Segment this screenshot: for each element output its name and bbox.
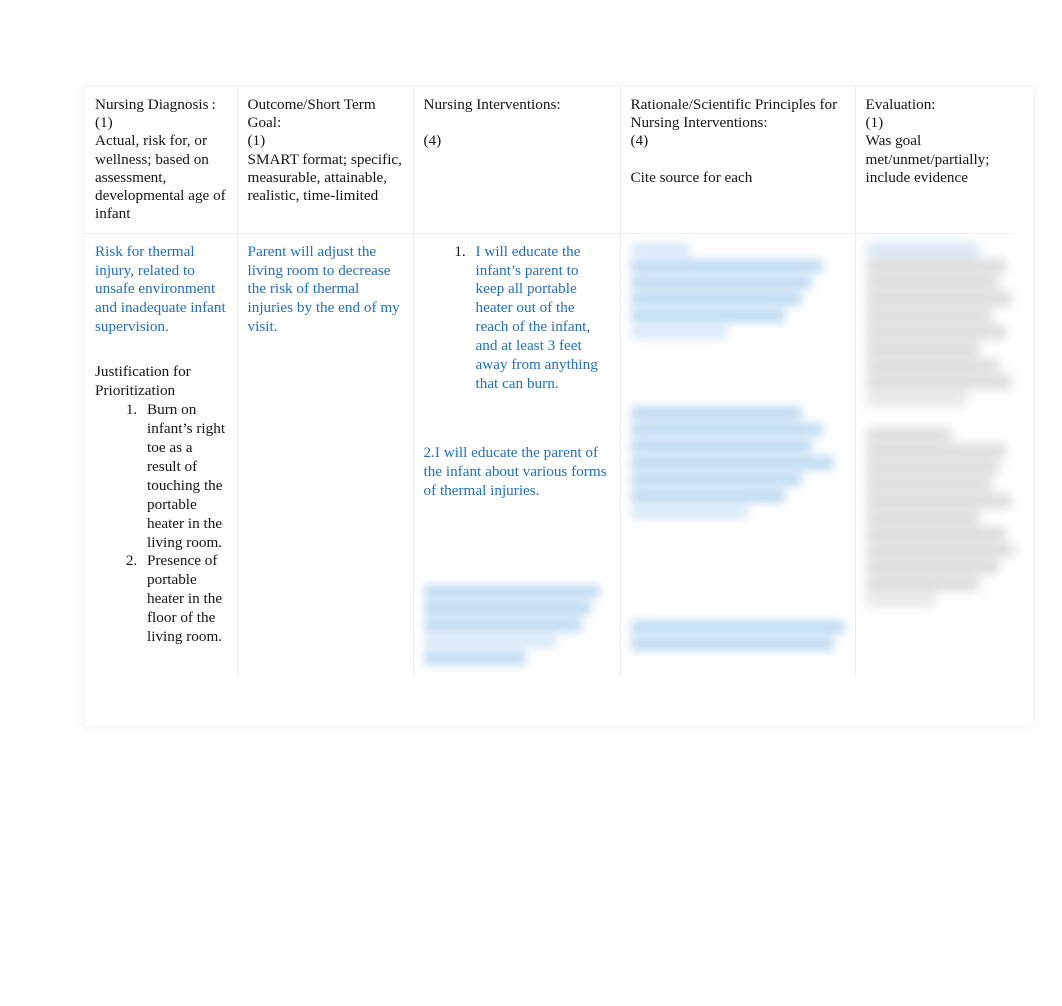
body-cell-nursing-diagnosis: Risk for thermal injury, related to unsa… [85, 233, 238, 677]
justification-list-item: Presence of portable heater in the floor… [141, 552, 227, 647]
redacted-intervention-block [423, 584, 610, 668]
header-cell-nursing-interventions: Nursing Interventions: (4) [413, 87, 621, 234]
redacted-rationale-block-3 [630, 620, 845, 653]
table-header-row: Nursing Diagnosis : (1) Actual, risk for… [85, 87, 1033, 234]
header-text-nursing-interventions: Nursing Interventions: (4) [423, 96, 561, 150]
header-text-evaluation: Evaluation: (1) Was goal met/unmet/parti… [865, 96, 990, 186]
table-body-row: Risk for thermal injury, related to unsa… [85, 233, 1033, 677]
header-cell-evaluation: Evaluation: (1) Was goal met/unmet/parti… [855, 87, 1033, 234]
care-plan-table: Nursing Diagnosis : (1) Actual, risk for… [85, 87, 1033, 726]
body-cell-nursing-interventions: I will educate the infant’s parent to ke… [413, 233, 621, 677]
body-cell-outcome-goal: Parent will adjust the living room to de… [237, 233, 414, 677]
header-text-nursing-diagnosis: Nursing Diagnosis : (1) Actual, risk for… [95, 96, 226, 223]
intervention-list-item: I will educate the infant’s parent to ke… [470, 243, 610, 394]
outcome-goal-text: Parent will adjust the living room to de… [247, 242, 400, 336]
header-cell-rationale: Rationale/Scientific Principles for Nurs… [620, 87, 856, 234]
redacted-rationale-block-2 [630, 406, 845, 522]
document-page: Nursing Diagnosis : (1) Actual, risk for… [0, 0, 1062, 1006]
care-plan-grid: Nursing Diagnosis : (1) Actual, risk for… [85, 87, 1033, 677]
header-text-outcome-goal: Outcome/Short Term Goal: (1) SMART forma… [247, 96, 402, 205]
header-cell-outcome-goal: Outcome/Short Term Goal: (1) SMART forma… [237, 87, 414, 234]
justification-list-item: Burn on infant’s right toe as a result o… [141, 401, 227, 552]
body-cell-evaluation [855, 233, 1033, 677]
header-text-rationale: Rationale/Scientific Principles for Nurs… [630, 96, 838, 186]
nursing-diagnosis-text: Risk for thermal injury, related to unsa… [95, 242, 226, 336]
justification-heading: Justification for Prioritization [95, 363, 191, 400]
content-clip-fade [85, 716, 1033, 726]
redacted-rationale-block-1 [630, 242, 845, 343]
body-cell-rationale [620, 233, 856, 677]
justification-list: Burn on infant’s right toe as a result o… [95, 401, 227, 647]
intervention-list: I will educate the infant’s parent to ke… [424, 243, 610, 394]
intervention-item-2: 2.I will educate the parent of the infan… [423, 444, 607, 499]
redacted-evaluation-block-1 [865, 242, 1024, 409]
redacted-evaluation-block-2 [865, 427, 1023, 611]
bottom-edge-fade [85, 710, 1033, 726]
header-cell-nursing-diagnosis: Nursing Diagnosis : (1) Actual, risk for… [85, 87, 238, 234]
